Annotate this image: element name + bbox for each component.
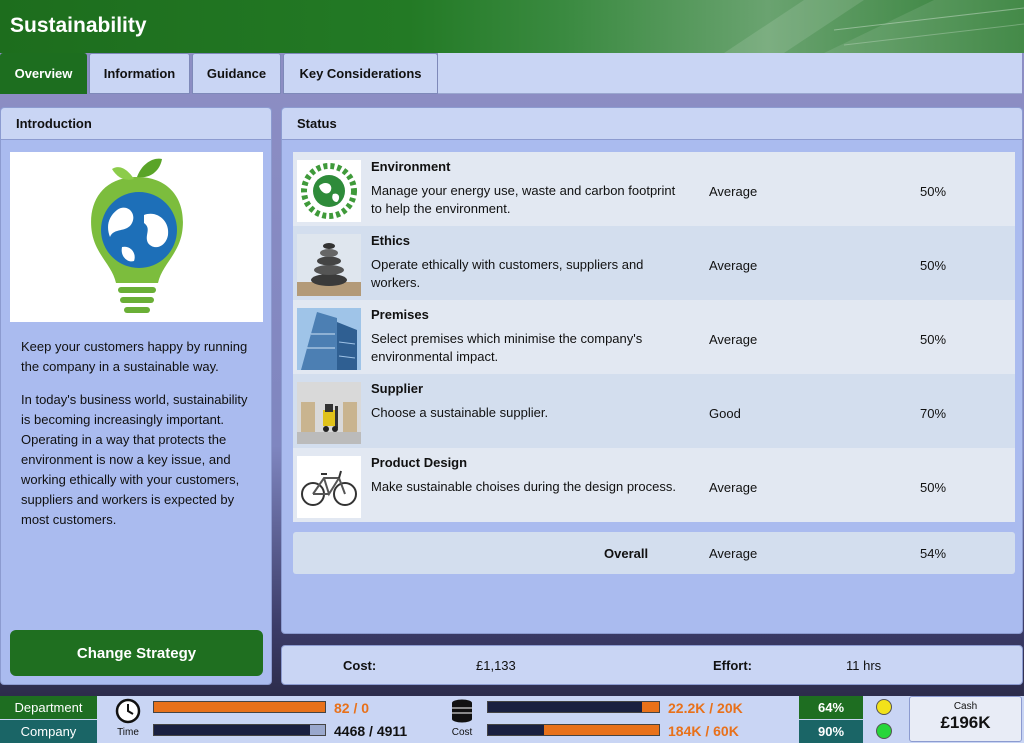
tab-guidance[interactable]: Guidance [192,53,281,94]
cost-label: Cost: [343,658,377,673]
status-row-premises[interactable]: Premises Select premises which minimise … [293,300,1015,374]
time-company-fill [154,725,310,735]
bottom-status-strip: Department Company Time 82 / 0 4468 / 49… [0,696,1024,743]
intro-paragraph: Keep your customers happy by running the… [21,339,248,374]
row-rating: Good [709,406,741,421]
row-rating: Average [709,332,758,347]
time-department-fill [154,702,325,712]
change-strategy-button[interactable]: Change Strategy [10,630,263,676]
stacked-stones-icon [297,234,361,296]
cost-effort-bar: Cost: £1,133 Effort: 11 hrs [281,645,1023,685]
row-description: Select premises which minimise the compa… [371,331,643,364]
status-header: Status [282,108,1022,140]
row-rating: Average [709,258,758,273]
status-panel: Status Environment Manage your energy us… [281,107,1023,634]
cash-value: £196K [940,713,991,732]
department-satisfaction: 64% [799,696,863,719]
cost-company-bar [487,724,660,736]
tab-bar: Overview Information Guidance Key Consid… [0,53,1024,94]
row-percentage: 50% [920,480,947,495]
company-satisfaction: 90% [799,720,863,743]
status-list: Environment Manage your energy use, wast… [293,152,1015,522]
row-percentage: 50% [920,332,947,347]
office-building-icon [297,308,361,370]
status-row-environment[interactable]: Environment Manage your energy use, wast… [293,152,1015,226]
time-company-bar [153,724,326,736]
department-label: Department [0,696,97,719]
row-description: Manage your energy use, waste and carbon… [371,183,676,216]
intro-image [10,152,263,322]
overall-row: Overall Average 54% [293,532,1015,574]
green-globe-icon [297,160,361,222]
cost-meter-label: Cost [451,727,473,738]
status-row-product-design[interactable]: Product Design Make sustainable choises … [293,448,1015,522]
smiley-face-icon [876,699,892,715]
cash-label: Cash [953,701,978,712]
row-percentage: 70% [920,406,947,421]
intro-paragraph: In today's business world, sustainabilit… [21,392,248,527]
cash-box: Cash £196K [909,696,1022,742]
time-label: Time [117,727,139,738]
lightbulb-globe-icon [90,158,183,313]
row-percentage: 50% [920,184,947,199]
row-title: Environment [371,159,451,174]
coin-stack-icon [452,699,472,723]
row-percentage: 50% [920,258,947,273]
row-title: Ethics [371,233,411,248]
overall-rating: Average [709,546,758,561]
time-meter: Time [108,698,148,742]
tab-information[interactable]: Information [89,53,190,94]
intro-text: Keep your customers happy by running the… [21,337,257,543]
tab-overview[interactable]: Overview [0,53,87,94]
row-description: Make sustainable choises during the desi… [371,479,676,494]
header-decoration [724,0,1024,53]
cost-company-fill [488,725,544,735]
time-department-value: 82 / 0 [334,700,370,716]
overall-percentage: 54% [920,546,947,561]
cost-meter: Cost [442,698,482,742]
time-department-bar [153,701,326,713]
cost-value: £1,133 [476,658,516,673]
cost-company-value: 184K / 60K [668,723,739,739]
effort-value: 11 hrs [846,658,882,673]
time-company-value: 4468 / 4911 [334,723,408,739]
introduction-panel: Introduction Keep your customers happy b… [0,107,272,685]
title-bar: Sustainability [0,0,1024,53]
bicycle-icon [297,456,361,518]
status-row-ethics[interactable]: Ethics Operate ethically with customers,… [293,226,1015,300]
introduction-header: Introduction [1,108,271,140]
page-title: Sustainability [10,14,147,37]
row-rating: Average [709,480,758,495]
status-row-supplier[interactable]: Supplier Choose a sustainable supplier. … [293,374,1015,448]
cost-department-fill [488,702,642,712]
row-title: Product Design [371,455,468,470]
row-title: Premises [371,307,429,322]
company-label: Company [0,720,97,743]
cost-department-bar [487,701,660,713]
row-title: Supplier [371,381,424,396]
forklift-warehouse-icon [297,382,361,444]
row-description: Choose a sustainable supplier. [371,405,549,420]
row-description: Operate ethically with customers, suppli… [371,257,644,290]
cost-department-value: 22.2K / 20K [668,700,743,716]
row-rating: Average [709,184,758,199]
effort-label: Effort: [713,658,752,673]
tab-key-considerations[interactable]: Key Considerations [283,53,438,94]
clock-icon [115,698,141,724]
overall-label: Overall [604,546,649,561]
smiley-face-icon [876,723,892,739]
